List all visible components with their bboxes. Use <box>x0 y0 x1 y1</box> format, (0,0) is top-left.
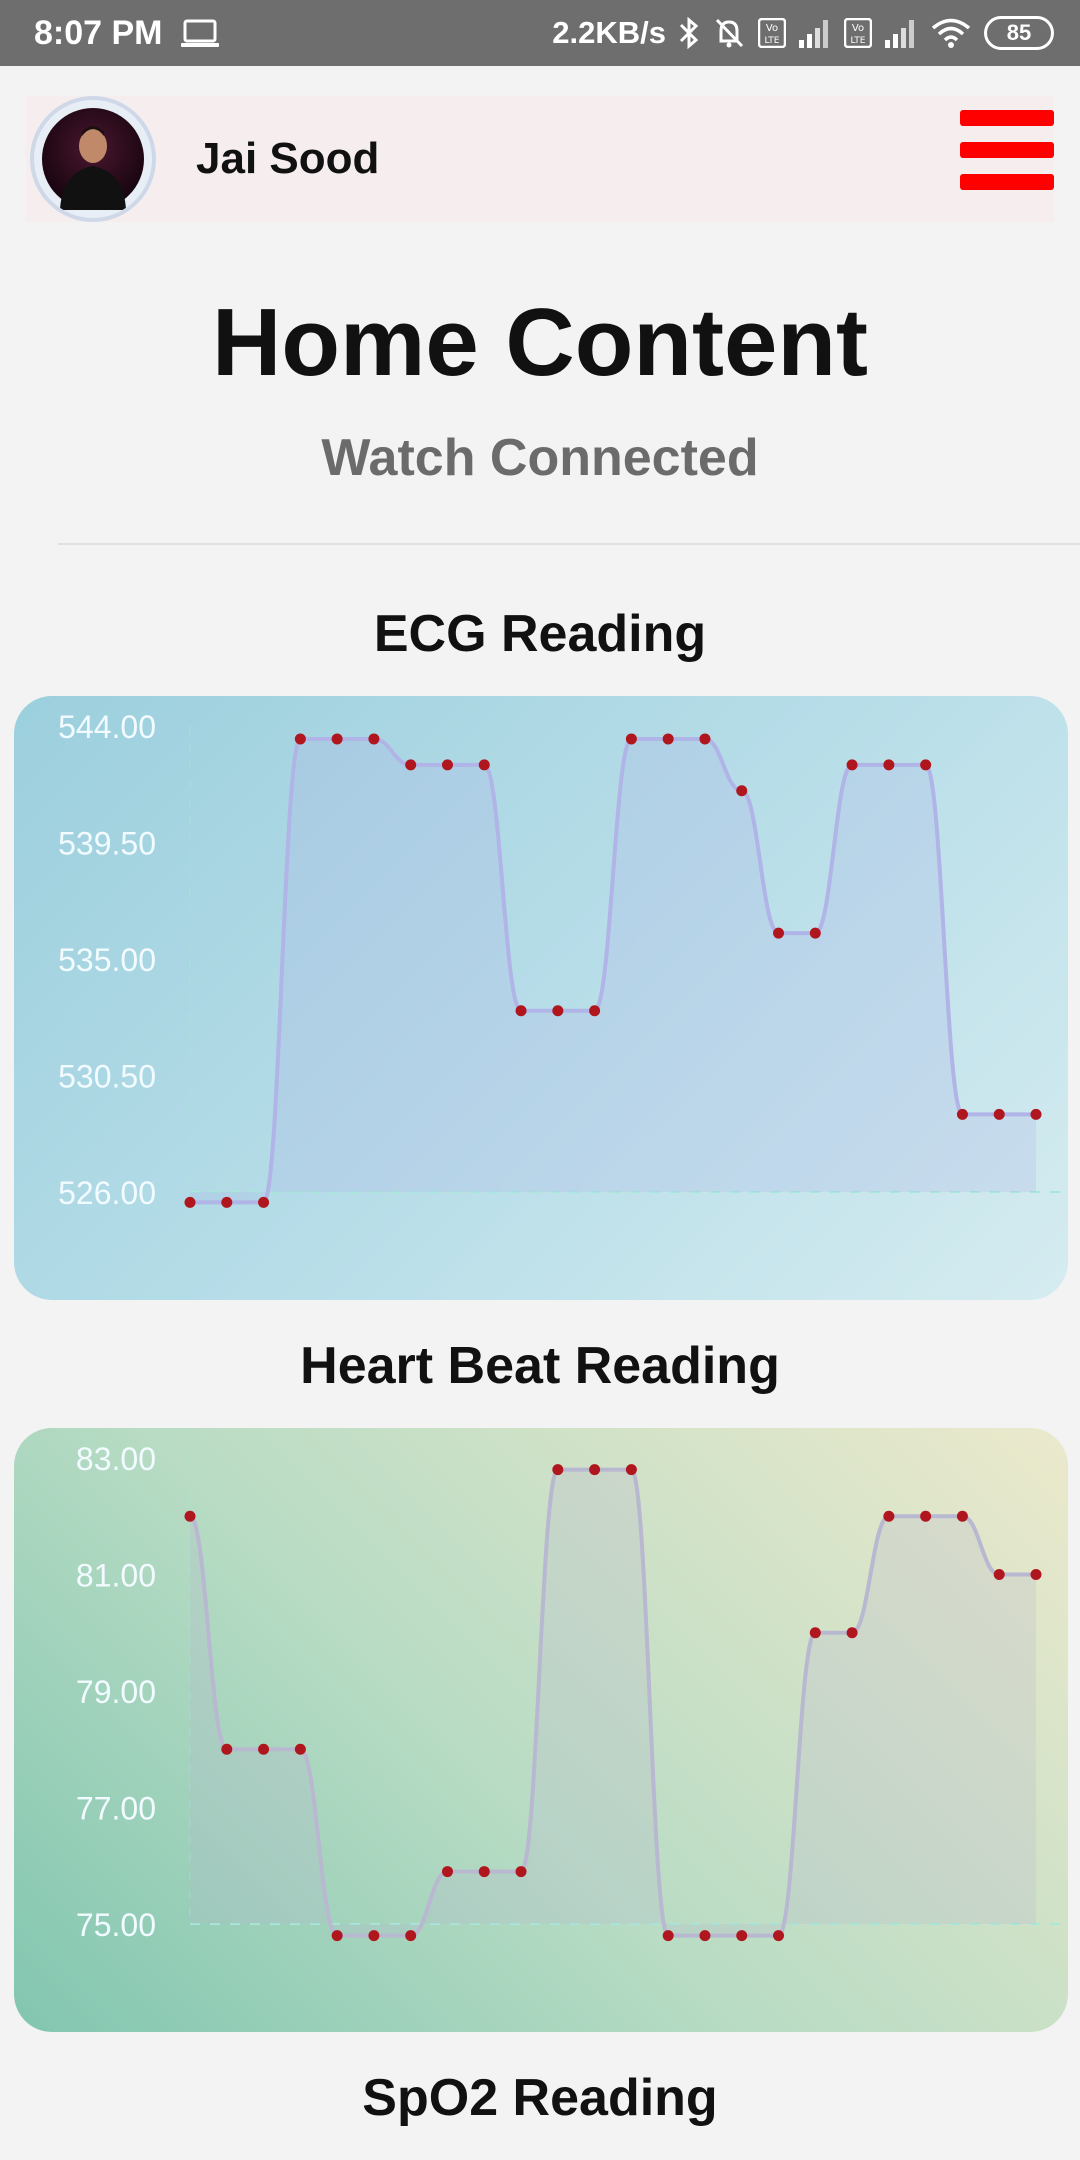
data-point <box>846 759 858 771</box>
data-point <box>736 1930 748 1942</box>
user-name: Jai Sood <box>196 134 380 183</box>
data-point <box>184 1196 196 1208</box>
data-point <box>258 1743 270 1755</box>
data-point <box>221 1196 233 1208</box>
data-point <box>552 1464 564 1476</box>
data-point <box>625 1464 637 1476</box>
svg-text:LTE: LTE <box>851 36 866 46</box>
data-point <box>809 1627 821 1639</box>
data-point <box>662 733 674 745</box>
data-point <box>699 733 711 745</box>
series-area <box>190 738 1036 1203</box>
data-point <box>1030 1569 1042 1580</box>
data-point <box>589 1464 601 1476</box>
data-point <box>331 733 343 745</box>
svg-text:Vo: Vo <box>852 23 864 34</box>
menu-bar-icon <box>960 110 1054 126</box>
app-header: Jai Sood <box>26 96 1054 222</box>
page-title: Home Content <box>212 289 868 396</box>
status-right: 2.2KB/s Vo LTE Vo LTE 85 <box>552 10 1054 56</box>
y-tick-label: 81.00 <box>76 1558 156 1594</box>
avatar[interactable] <box>30 96 156 222</box>
data-point <box>736 785 748 797</box>
svg-text:Vo: Vo <box>766 23 778 34</box>
data-point <box>773 1930 785 1942</box>
ecg-chart: 544.00 539.50 535.00 530.50 526.00 <box>58 709 1068 1211</box>
data-point <box>883 759 895 771</box>
data-point <box>846 1627 858 1639</box>
spo2-section-title: SpO2 Reading <box>362 2069 718 2127</box>
y-tick-label: 526.00 <box>58 1175 156 1211</box>
y-tick-label: 539.50 <box>58 826 156 862</box>
signal-icon-2 <box>885 20 914 48</box>
heartbeat-section-title: Heart Beat Reading <box>300 1337 780 1395</box>
data-point <box>699 1930 711 1942</box>
data-point <box>993 1569 1005 1580</box>
y-tick-label: 77.00 <box>76 1791 156 1827</box>
data-point <box>184 1510 196 1522</box>
data-point <box>552 1005 564 1017</box>
wifi-icon <box>931 18 971 48</box>
data-point <box>368 1930 380 1942</box>
y-tick-label: 79.00 <box>76 1674 156 1710</box>
bluetooth-icon <box>679 16 699 50</box>
divider <box>58 543 1080 545</box>
signal-icon <box>799 20 828 48</box>
data-point <box>1030 1108 1042 1120</box>
data-point <box>405 759 417 771</box>
y-tick-label: 544.00 <box>58 709 156 745</box>
hamburger-menu-button[interactable] <box>960 110 1054 190</box>
data-point <box>368 733 380 745</box>
svg-text:LTE: LTE <box>765 36 780 46</box>
data-point <box>294 733 306 745</box>
heartbeat-chart: 83.00 81.00 79.00 77.00 75.00 <box>76 1441 1068 1943</box>
heartbeat-chart-card: 83.00 81.00 79.00 77.00 75.00 <box>14 1428 1068 2032</box>
y-tick-label: 535.00 <box>58 942 156 978</box>
network-speed: 2.2KB/s <box>552 15 666 50</box>
data-point <box>809 927 821 939</box>
data-point <box>883 1510 895 1522</box>
data-point <box>662 1930 674 1942</box>
data-point <box>589 1005 601 1017</box>
status-bar: 8:07 PM 2.2KB/s Vo LTE Vo LTE 85 <box>0 0 1080 66</box>
data-point <box>294 1743 306 1755</box>
avatar-photo <box>42 108 144 210</box>
data-point <box>773 927 785 939</box>
volte-icon-2: Vo LTE <box>844 18 872 48</box>
data-point <box>441 1866 453 1878</box>
person-silhouette-icon <box>60 126 126 210</box>
data-point <box>258 1196 270 1208</box>
battery-level: 85 <box>1006 20 1032 45</box>
data-point <box>993 1108 1005 1120</box>
data-point <box>515 1866 527 1878</box>
data-point <box>515 1005 527 1017</box>
data-point <box>625 733 637 745</box>
status-time: 8:07 PM <box>34 14 163 52</box>
data-point <box>478 759 490 771</box>
menu-bar-icon <box>960 174 1054 190</box>
data-point <box>331 1930 343 1942</box>
data-point <box>920 759 932 771</box>
connection-status: Watch Connected <box>321 429 759 487</box>
y-tick-label: 530.50 <box>58 1059 156 1095</box>
ecg-chart-card: 544.00 539.50 535.00 530.50 526.00 <box>14 696 1068 1300</box>
data-point <box>920 1510 932 1522</box>
battery-icon: 85 <box>984 16 1054 50</box>
y-tick-label: 83.00 <box>76 1441 156 1477</box>
data-point <box>221 1743 233 1755</box>
series-area <box>190 1469 1036 1936</box>
ecg-section-title: ECG Reading <box>373 605 707 663</box>
menu-bar-icon <box>960 142 1054 158</box>
data-point <box>956 1510 968 1522</box>
laptop-icon <box>181 19 219 47</box>
volte-icon: Vo LTE <box>758 18 786 48</box>
data-point <box>956 1108 968 1120</box>
data-point <box>405 1930 417 1942</box>
data-point <box>478 1866 490 1878</box>
data-point <box>441 759 453 771</box>
y-tick-label: 75.00 <box>76 1907 156 1943</box>
mute-icon <box>715 18 744 48</box>
